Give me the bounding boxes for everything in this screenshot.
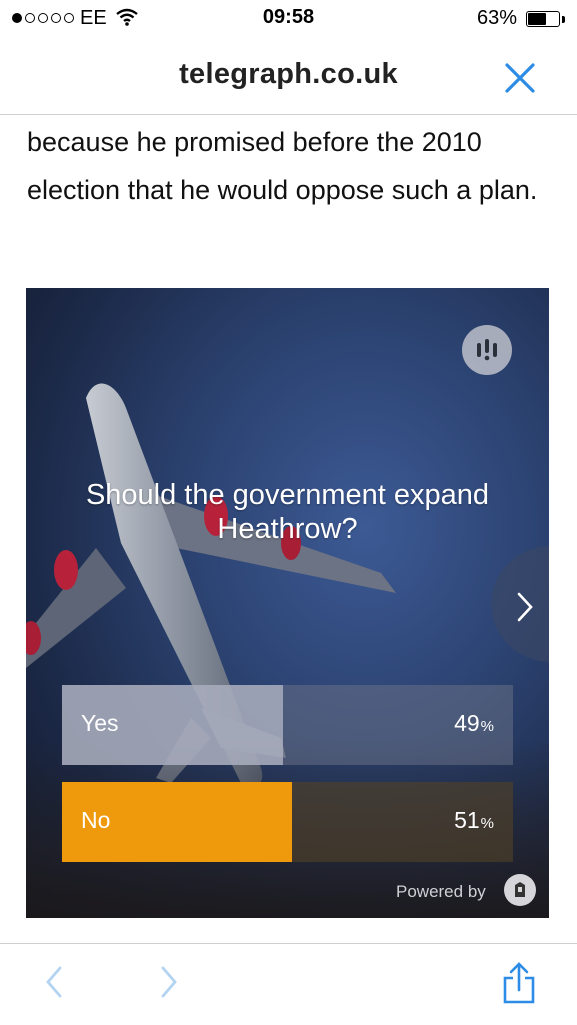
poll-option-percent: 51% (454, 807, 494, 834)
chevron-right-icon[interactable] (157, 962, 181, 1002)
share-icon[interactable] (499, 962, 539, 1006)
poll-option-no[interactable]: No 51% (62, 782, 513, 862)
percent-sign: % (480, 815, 494, 832)
battery-icon (526, 11, 560, 27)
battery-tip (562, 16, 565, 23)
chevron-left-icon[interactable] (42, 962, 66, 1002)
chevron-right-icon (517, 592, 533, 622)
poll-option-percent-value: 51 (454, 807, 480, 833)
poll-widget: Should the government expand Heathrow? Y… (26, 288, 549, 918)
battery-percentage: 63% (476, 7, 517, 29)
poll-option-label: No (81, 807, 111, 833)
article-paragraph: because he promised before the 2010 elec… (27, 127, 538, 205)
browser-toolbar (0, 943, 577, 1025)
poll-option-yes[interactable]: Yes 49% (62, 685, 513, 765)
badge-glyph (515, 882, 525, 897)
opinion-stage-logo-icon[interactable] (462, 325, 512, 375)
poll-option-percent: 49% (454, 710, 494, 737)
percent-sign: % (480, 718, 494, 735)
poll-logo-glyph (477, 339, 497, 361)
poll-option-label: Yes (81, 710, 119, 736)
poll-option-percent-value: 49 (454, 710, 480, 736)
status-bar: EE 09:58 63% (0, 0, 577, 38)
opinion-stage-badge-icon[interactable] (504, 874, 536, 906)
url-bar: telegraph.co.uk (0, 38, 577, 115)
url-text[interactable]: telegraph.co.uk (0, 58, 577, 91)
powered-by-text: Powered by (396, 882, 486, 901)
close-icon[interactable] (500, 58, 540, 98)
battery-level (528, 13, 547, 25)
poll-question: Should the government expand Heathrow? (85, 479, 490, 545)
